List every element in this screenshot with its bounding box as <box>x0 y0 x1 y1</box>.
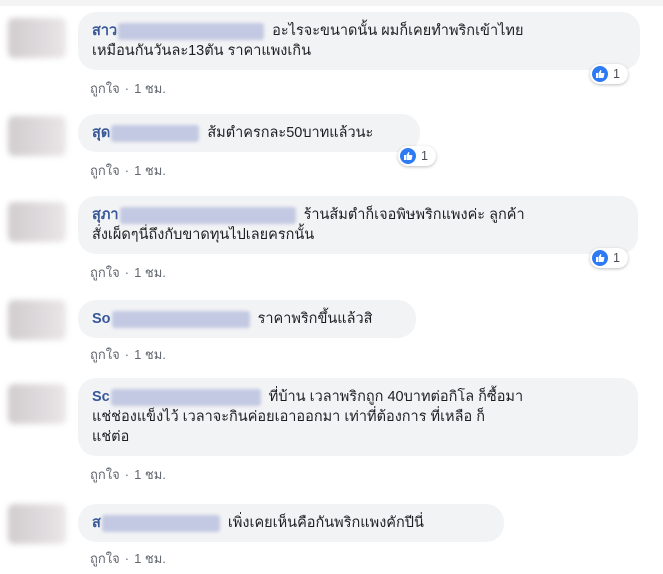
comment-text: เหมือนกันวันละ13ตัน ราคาแพงเกิน <box>92 43 312 59</box>
thumbs-up-icon <box>592 250 608 266</box>
commenter-name[interactable]: Sc <box>92 389 110 405</box>
reaction-count[interactable]: 1 <box>590 64 628 84</box>
reaction-number: 1 <box>421 149 428 163</box>
timestamp[interactable]: 1 ชม. <box>134 347 166 362</box>
avatar[interactable] <box>8 116 66 156</box>
comment-text: แช่ช่องแข็งไว้ เวลาจะกินค่อยเอาออกมา เท่… <box>92 409 485 425</box>
comment-text: ร้านส้มตำก็เจอพิษพริกแพงค่ะ ลูกค้า <box>303 207 525 223</box>
reaction-number: 1 <box>613 251 620 265</box>
comment-meta: ถูกใจ · 1 ชม. <box>90 344 166 365</box>
comment-text: ที่บ้าน เวลาพริกถูก 40บาทต่อกิโล ก็ซื้อม… <box>268 389 524 405</box>
commenter-name[interactable]: สุภา <box>92 207 119 223</box>
comment-bubble: Sc ที่บ้าน เวลาพริกถูก 40บาทต่อกิโล ก็ซื… <box>78 378 638 456</box>
timestamp[interactable]: 1 ชม. <box>134 163 166 178</box>
thumbs-up-icon <box>400 148 416 164</box>
comment-meta: ถูกใจ · 1 ชม. <box>90 548 166 569</box>
avatar[interactable] <box>8 202 66 242</box>
like-link[interactable]: ถูกใจ <box>90 265 120 280</box>
like-link[interactable]: ถูกใจ <box>90 467 120 482</box>
reaction-count[interactable]: 1 <box>590 248 628 268</box>
redacted-name <box>111 310 250 328</box>
timestamp[interactable]: 1 ชม. <box>134 81 166 96</box>
comment-meta: ถูกใจ · 1 ชม. <box>90 160 166 181</box>
comment-text: ราคาพริกขึ้นแล้วสิ <box>257 311 373 327</box>
redacted-name <box>110 388 261 406</box>
timestamp[interactable]: 1 ชม. <box>134 467 166 482</box>
timestamp[interactable]: 1 ชม. <box>134 551 166 566</box>
avatar[interactable] <box>8 18 66 58</box>
comment-text: สั่งเผ็ดๆนี่ถึงกับขาดทุนไปเลยครกนั้น <box>92 227 315 243</box>
meta-separator: · <box>124 467 130 482</box>
redacted-name <box>101 514 220 532</box>
commenter-name[interactable]: ส <box>92 515 101 531</box>
like-link[interactable]: ถูกใจ <box>90 163 120 178</box>
comment-bubble: ส เพิ่งเคยเห็นคือกันพริกแพงคักปีนี่ <box>78 504 504 542</box>
meta-separator: · <box>124 551 130 566</box>
comment-text: ส้มตำครกละ50บาทแล้วนะ <box>207 125 374 141</box>
comment-text: แช่ต่อ <box>92 429 130 445</box>
avatar[interactable] <box>8 504 66 544</box>
comment-meta: ถูกใจ · 1 ชม. <box>90 78 166 99</box>
commenter-name[interactable]: สาว <box>92 23 117 39</box>
meta-separator: · <box>124 265 130 280</box>
thumbs-up-icon <box>592 66 608 82</box>
comment-bubble: สุภา ร้านส้มตำก็เจอพิษพริกแพงค่ะ ลูกค้า … <box>78 196 638 254</box>
timestamp[interactable]: 1 ชม. <box>134 265 166 280</box>
comment-meta: ถูกใจ · 1 ชม. <box>90 464 166 485</box>
comment-text: อะไรจะขนาดนั้น ผมก็เคยทำพริกเข้าไทย <box>272 23 524 39</box>
avatar[interactable] <box>8 384 66 424</box>
top-edge <box>0 0 663 6</box>
meta-separator: · <box>124 347 130 362</box>
avatar[interactable] <box>8 300 66 340</box>
reaction-count[interactable]: 1 <box>398 146 436 166</box>
comment-text: เพิ่งเคยเห็นคือกันพริกแพงคักปีนี่ <box>227 515 424 531</box>
like-link[interactable]: ถูกใจ <box>90 347 120 362</box>
redacted-name <box>118 22 265 40</box>
meta-separator: · <box>124 81 130 96</box>
like-link[interactable]: ถูกใจ <box>90 81 120 96</box>
comment-bubble: สาว อะไรจะขนาดนั้น ผมก็เคยทำพริกเข้าไทย … <box>78 12 640 70</box>
redacted-name <box>111 124 200 142</box>
reaction-number: 1 <box>613 67 620 81</box>
redacted-name <box>119 206 296 224</box>
like-link[interactable]: ถูกใจ <box>90 551 120 566</box>
meta-separator: · <box>124 163 130 178</box>
commenter-name[interactable]: So <box>92 311 111 327</box>
commenter-name[interactable]: สุด <box>92 125 110 141</box>
comment-bubble: สุด ส้มตำครกละ50บาทแล้วนะ <box>78 114 420 152</box>
comment-meta: ถูกใจ · 1 ชม. <box>90 262 166 283</box>
comment-bubble: So ราคาพริกขึ้นแล้วสิ <box>78 300 416 338</box>
